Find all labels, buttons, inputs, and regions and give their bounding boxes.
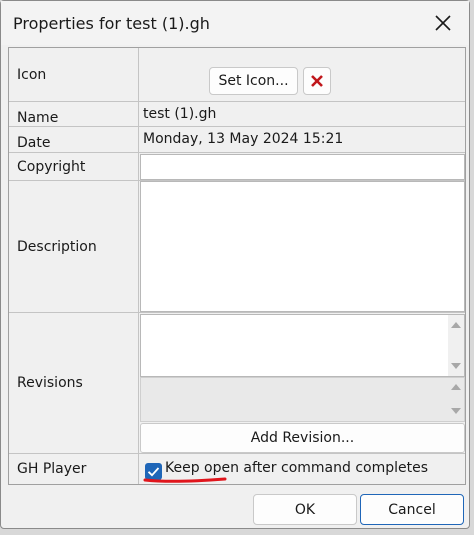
row-copyright: Copyright xyxy=(9,153,465,181)
set-icon-button[interactable]: Set Icon... xyxy=(209,67,298,95)
description-textarea[interactable] xyxy=(140,181,465,312)
gh-player-label: GH Player xyxy=(9,454,139,484)
name-value-cell: test (1).gh xyxy=(139,102,465,126)
scroll-up-icon[interactable] xyxy=(451,384,461,390)
revision-input-scrollbar[interactable] xyxy=(448,315,464,376)
revision-list[interactable] xyxy=(140,377,465,422)
description-value-cell xyxy=(139,181,465,312)
window-title: Properties for test (1).gh xyxy=(13,14,210,33)
close-icon xyxy=(435,15,451,31)
row-icon: Icon Set Icon... xyxy=(9,48,465,102)
scroll-down-icon[interactable] xyxy=(451,408,461,414)
cancel-button[interactable]: Cancel xyxy=(360,494,464,525)
revisions-value-cell: Add Revision... xyxy=(139,313,465,453)
date-value: Monday, 13 May 2024 15:21 xyxy=(143,131,344,147)
row-name: Name test (1).gh xyxy=(9,102,465,127)
copyright-label: Copyright xyxy=(9,153,139,180)
properties-grid: Icon Set Icon... Name test (1).gh Date M… xyxy=(8,47,466,485)
row-gh-player: GH Player Keep open after command comple… xyxy=(9,454,465,484)
delete-icon-button[interactable] xyxy=(303,67,331,95)
revision-list-scrollbar[interactable] xyxy=(448,378,464,421)
revision-input[interactable] xyxy=(140,314,465,377)
annotation-underline xyxy=(143,477,227,483)
copyright-input[interactable] xyxy=(140,154,465,180)
title-bar[interactable]: Properties for test (1).gh xyxy=(1,1,469,45)
name-label: Name xyxy=(9,102,139,126)
delete-icon xyxy=(311,75,323,87)
scroll-up-icon[interactable] xyxy=(451,322,461,328)
copyright-value-cell xyxy=(139,153,465,180)
name-value: test (1).gh xyxy=(143,106,217,122)
add-revision-button[interactable]: Add Revision... xyxy=(140,423,465,453)
row-description: Description xyxy=(9,181,465,313)
icon-label: Icon xyxy=(9,48,139,101)
description-label: Description xyxy=(9,181,139,312)
properties-dialog: Properties for test (1).gh Icon Set Icon… xyxy=(0,0,470,529)
row-date: Date Monday, 13 May 2024 15:21 xyxy=(9,127,465,153)
ok-button[interactable]: OK xyxy=(253,494,357,525)
scroll-down-icon[interactable] xyxy=(451,363,461,369)
icon-value-cell: Set Icon... xyxy=(139,48,465,101)
date-value-cell: Monday, 13 May 2024 15:21 xyxy=(139,127,465,152)
row-revisions: Revisions Add Revision... xyxy=(9,313,465,454)
date-label: Date xyxy=(9,127,139,152)
keep-open-label[interactable]: Keep open after command completes xyxy=(165,460,428,476)
close-button[interactable] xyxy=(431,11,455,35)
revisions-label: Revisions xyxy=(9,313,139,453)
